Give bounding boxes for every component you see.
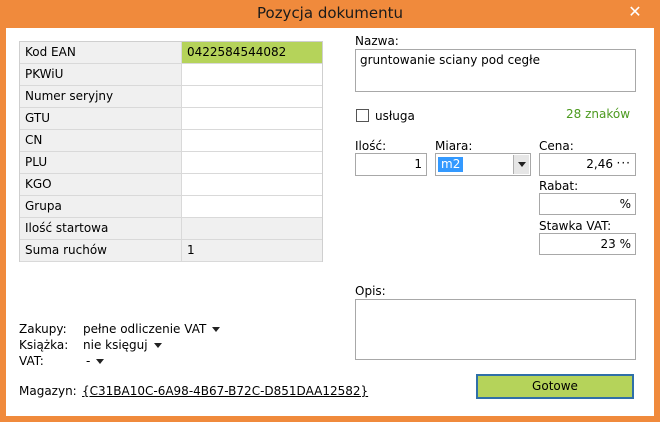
ilosc-input[interactable]: 1 (355, 153, 427, 176)
rabat-label: Rabat: (539, 179, 579, 193)
stawka-vat-input[interactable]: 23 % (539, 233, 636, 255)
property-value[interactable] (182, 108, 322, 129)
ilosc-label: Ilość: (355, 139, 387, 153)
opis-label: Opis: (355, 284, 386, 298)
property-row[interactable]: GTU (20, 108, 322, 130)
miara-select[interactable]: m2 (435, 153, 531, 176)
property-row[interactable]: Grupa (20, 196, 322, 218)
nazwa-label: Nazwa: (355, 34, 399, 48)
magazyn-label: Magazyn: (19, 384, 77, 398)
miara-dropdown-button[interactable] (513, 155, 529, 174)
dialog-body: Kod EAN 0422584544082 PKWiU Numer seryjny GT… (6, 28, 654, 416)
property-value[interactable] (182, 152, 322, 173)
property-row[interactable]: PKWiU (20, 64, 322, 86)
property-label: PLU (20, 152, 182, 173)
rabat-input[interactable]: % (539, 193, 636, 215)
close-icon[interactable]: ✕ (618, 2, 652, 22)
chevron-down-icon (518, 162, 526, 167)
dialog-window: Pozycja dokumentu ✕ Kod EAN 0422584544082… (0, 0, 660, 422)
miara-label: Miara: (435, 139, 473, 153)
property-row[interactable]: Suma ruchów 1 (20, 240, 322, 262)
property-label: Ilość startowa (20, 218, 182, 239)
property-label: CN (20, 130, 182, 151)
property-value[interactable] (182, 130, 322, 151)
zakupy-value: pełne odliczenie VAT (83, 322, 207, 336)
property-row[interactable]: CN (20, 130, 322, 152)
cena-label: Cena: (539, 139, 574, 153)
ksiazka-value: nie księguj (83, 338, 148, 352)
window-title: Pozycja dokumentu (257, 4, 403, 22)
vat-value: - (86, 354, 91, 368)
property-label: Kod EAN (20, 42, 182, 63)
ok-button[interactable]: Gotowe (476, 374, 634, 399)
vat-dropdown[interactable]: - (86, 354, 105, 368)
property-row[interactable]: Ilość startowa (20, 218, 322, 240)
miara-value: m2 (438, 157, 464, 172)
cena-more-button[interactable]: ··· (617, 156, 631, 170)
property-value[interactable] (182, 64, 322, 85)
property-row[interactable]: Kod EAN 0422584544082 (20, 42, 322, 64)
properties-table: Kod EAN 0422584544082 PKWiU Numer seryjny GT… (19, 41, 323, 262)
ksiazka-dropdown[interactable]: nie księguj (83, 338, 162, 352)
property-label: Suma ruchów (20, 240, 182, 261)
property-value[interactable] (182, 196, 322, 217)
title-bar[interactable]: Pozycja dokumentu ✕ (0, 0, 660, 28)
usluga-label: usługa (375, 109, 415, 123)
property-value[interactable] (182, 86, 322, 107)
cena-input[interactable]: 2,46 ··· (539, 153, 636, 176)
zakupy-label: Zakupy: (19, 322, 67, 336)
property-label: PKWiU (20, 64, 182, 85)
char-count: 28 znaków (566, 107, 631, 121)
vat-label: VAT: (19, 354, 44, 368)
chevron-down-icon (212, 327, 221, 332)
stawka-vat-label: Stawka VAT: (539, 219, 612, 233)
property-label: KGO (20, 174, 182, 195)
ksiazka-label: Książka: (19, 338, 69, 352)
property-value[interactable] (182, 174, 322, 195)
property-row[interactable]: KGO (20, 174, 322, 196)
property-value[interactable] (182, 218, 322, 239)
property-value[interactable]: 1 (182, 240, 322, 261)
opis-input[interactable] (355, 299, 636, 360)
nazwa-input[interactable]: gruntowanie sciany pod cegłe (355, 49, 636, 92)
chevron-down-icon (96, 359, 105, 364)
property-label: Grupa (20, 196, 182, 217)
usluga-checkbox[interactable] (356, 109, 369, 122)
property-row[interactable]: Numer seryjny (20, 86, 322, 108)
zakupy-dropdown[interactable]: pełne odliczenie VAT (83, 322, 221, 336)
property-label: Numer seryjny (20, 86, 182, 107)
cena-value: 2,46 (586, 157, 613, 171)
chevron-down-icon (153, 343, 162, 348)
property-value[interactable]: 0422584544082 (182, 42, 322, 63)
magazyn-link[interactable]: {C31BA10C-6A98-4B67-B72C-D851DAA12582} (82, 384, 368, 398)
property-label: GTU (20, 108, 182, 129)
property-row[interactable]: PLU (20, 152, 322, 174)
